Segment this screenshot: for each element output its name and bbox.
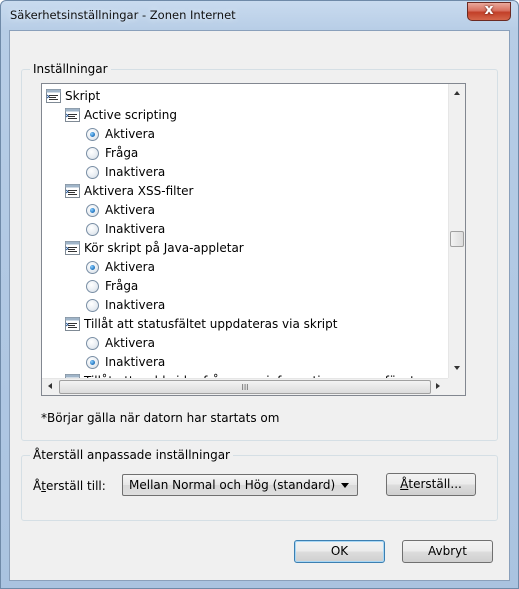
tree-category: Kör skript på Java-appletar — [65, 239, 244, 258]
reset-to-label: Återställ till: — [33, 479, 106, 493]
radio-checked[interactable] — [86, 204, 99, 217]
tree-item-label: Inaktivera — [105, 222, 166, 236]
tree-option[interactable]: Inaktivera — [86, 296, 165, 315]
ok-button[interactable]: OK — [294, 540, 385, 563]
close-button[interactable]: x — [467, 2, 511, 21]
scroll-left-icon[interactable] — [48, 383, 52, 389]
script-settings-icon — [65, 184, 80, 198]
tree-option[interactable]: Aktivera — [86, 258, 155, 277]
radio-unchecked[interactable] — [86, 280, 99, 293]
settings-tree: Skript Active scripting Aktivera Fråga Inakt… — [42, 84, 448, 378]
script-settings-icon — [65, 108, 80, 122]
scroll-up-icon[interactable] — [454, 91, 460, 95]
title-bar[interactable]: Säkerhetsinställningar - Zonen Internet … — [1, 1, 518, 29]
cancel-button[interactable]: Avbryt — [402, 540, 493, 563]
script-settings-icon — [46, 89, 61, 103]
close-icon: x — [484, 2, 494, 18]
restart-note: *Börjar gälla när datorn har startats om — [41, 411, 280, 425]
tree-option[interactable]: Fråga — [86, 144, 138, 163]
dialog-client-area: Inställningar Skript Active scripting Akti… — [9, 30, 510, 581]
reset-button-label: terställ... — [408, 477, 462, 491]
tree-category: Active scripting — [65, 106, 177, 125]
settings-group-legend: Inställningar — [30, 62, 111, 76]
tree-option[interactable]: Fråga — [86, 277, 138, 296]
radio-unchecked[interactable] — [86, 223, 99, 236]
radio-checked[interactable] — [86, 128, 99, 141]
tree-option[interactable]: Aktivera — [86, 334, 155, 353]
tree-item-label: Aktivera — [105, 260, 155, 274]
reset-group-legend: Återställ anpassade inställningar — [30, 448, 233, 462]
tree-item-label: Inaktivera — [105, 165, 166, 179]
vertical-scrollbar[interactable] — [448, 84, 465, 378]
tree-category: Skript — [46, 87, 100, 106]
reset-to-label-rest: erställ till: — [45, 479, 106, 493]
tree-item-label: Tillåt att statusfältet uppdateras via s… — [84, 317, 338, 331]
tree-item-label: Skript — [65, 89, 101, 103]
reset-to-label-a: Å — [33, 479, 42, 493]
scroll-corner — [448, 378, 465, 395]
script-settings-icon — [65, 241, 80, 255]
scroll-down-icon[interactable] — [454, 366, 460, 370]
tree-item-label: Fråga — [105, 279, 139, 293]
tree-option[interactable]: Inaktivera — [86, 163, 165, 182]
scroll-grip: III — [241, 383, 249, 392]
radio-checked[interactable] — [86, 261, 99, 274]
reset-level-value: Mellan Normal och Hög (standard) — [129, 478, 336, 492]
tree-option[interactable]: Inaktivera — [86, 220, 165, 239]
tree-item-label: Active scripting — [84, 108, 177, 122]
tree-item-label: Fråga — [105, 146, 139, 160]
dialog-window: Säkerhetsinställningar - Zonen Internet … — [0, 0, 519, 589]
tree-item-label: Inaktivera — [105, 355, 166, 369]
script-settings-icon — [65, 317, 80, 331]
vertical-scroll-thumb[interactable] — [450, 231, 464, 247]
radio-unchecked[interactable] — [86, 147, 99, 160]
tree-category: Aktivera XSS-filter — [65, 182, 193, 201]
radio-unchecked[interactable] — [86, 166, 99, 179]
window-title: Säkerhetsinställningar - Zonen Internet — [10, 8, 236, 22]
reset-button[interactable]: Återställ... — [386, 473, 476, 496]
tree-item-label: Inaktivera — [105, 298, 166, 312]
tree-item-label: Aktivera — [105, 127, 155, 141]
tree-option[interactable]: Inaktivera — [86, 353, 165, 372]
tree-option[interactable]: Aktivera — [86, 201, 155, 220]
radio-checked[interactable] — [86, 356, 99, 369]
tree-item-label: Aktivera — [105, 336, 155, 350]
tree-item-label: Aktivera XSS-filter — [84, 184, 194, 198]
chevron-down-icon — [341, 483, 349, 488]
tree-category: Tillåt att statusfältet uppdateras via s… — [65, 315, 337, 334]
tree-item-label: Kör skript på Java-appletar — [84, 241, 244, 255]
reset-level-select[interactable]: Mellan Normal och Hög (standard) — [122, 474, 358, 496]
radio-unchecked[interactable] — [86, 337, 99, 350]
tree-option[interactable]: Aktivera — [86, 125, 155, 144]
tree-item-label: Aktivera — [105, 203, 155, 217]
scroll-right-icon[interactable] — [436, 383, 440, 389]
horizontal-scroll-thumb[interactable]: III — [59, 380, 431, 394]
settings-tree-view[interactable]: Skript Active scripting Aktivera Fråga Inakt… — [41, 83, 466, 396]
horizontal-scrollbar[interactable]: III — [42, 378, 448, 395]
radio-unchecked[interactable] — [86, 299, 99, 312]
